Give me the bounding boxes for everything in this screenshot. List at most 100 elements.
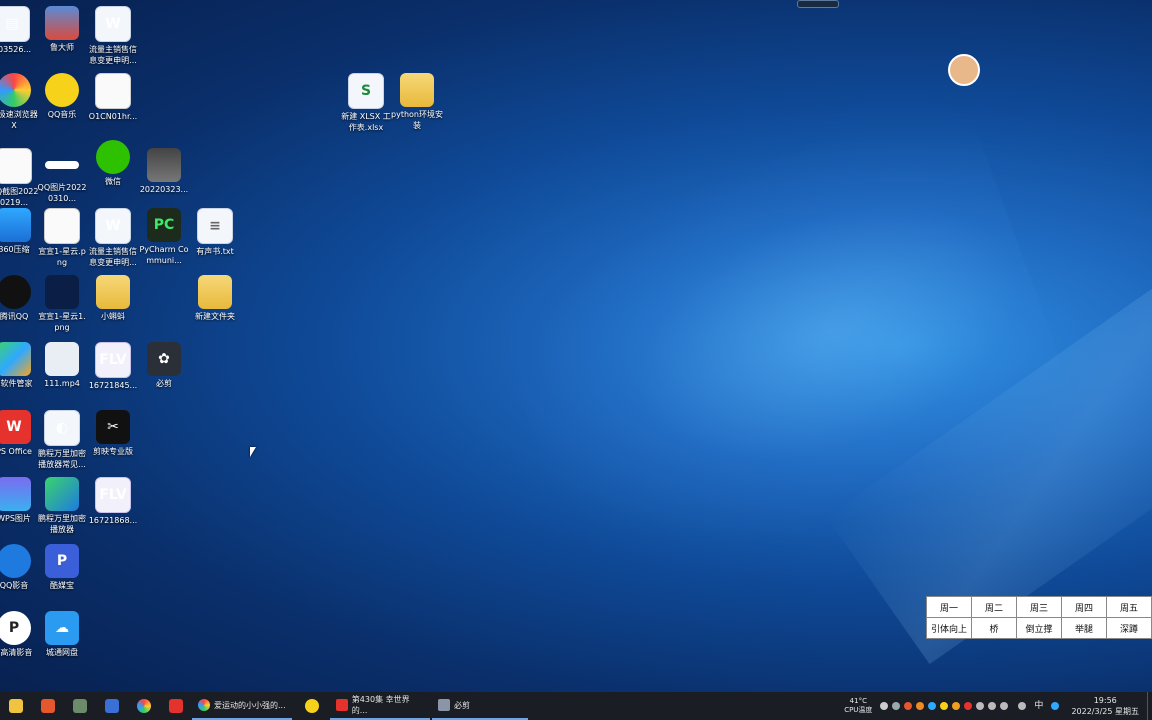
folder-icon [9, 699, 23, 713]
encrypted-player-icon [45, 477, 79, 511]
tray-icon[interactable] [904, 702, 913, 710]
taskbar-pin-app[interactable] [100, 692, 124, 720]
desktop-icon-label: PyCharm Communi... [139, 245, 189, 265]
desktop-icon-label: 鹏程万里加密播放器 [38, 514, 86, 534]
tray-icon[interactable] [892, 702, 901, 710]
desktop-icon[interactable]: P 酷媒宝 [36, 544, 88, 591]
schedule-day: 周四 [1061, 596, 1107, 618]
flv-badge: FLV [99, 487, 127, 503]
desktop-icon[interactable]: P i 高清影音 [0, 611, 40, 658]
pen-icon[interactable] [1018, 702, 1027, 710]
taskbar-pin-file-explorer[interactable] [4, 692, 28, 720]
word-document-icon: W [95, 6, 131, 42]
desktop-icon[interactable]: 鹏程万里加密播放器 [36, 477, 88, 535]
qq-tray-icon[interactable] [1051, 702, 1060, 710]
desktop-icon[interactable]: WPS图片 [0, 477, 40, 524]
taskbar-pin-app[interactable] [132, 692, 156, 720]
taskbar-pin-app[interactable] [36, 692, 60, 720]
tray-icon[interactable] [964, 702, 973, 710]
desktop-icon[interactable]: W 流量主销售信息变更申明... [87, 6, 139, 66]
desktop-icon-label: 有声书.txt [196, 247, 234, 256]
file-icon: ▤ [0, 6, 30, 42]
desktop-icon[interactable]: W 流量主销售信息变更申明... [87, 208, 139, 268]
ludashi-icon [45, 6, 79, 40]
taskbar-task[interactable]: 爱运动的小小强的... [192, 692, 292, 720]
taskbar-pin-app[interactable] [68, 692, 92, 720]
folder-icon [198, 275, 232, 309]
desktop-icon-label: 流量主销售信息变更申明... [89, 45, 137, 65]
word-document-icon: W [95, 208, 131, 244]
desktop-icon[interactable]: ▤ 403526... [0, 6, 38, 55]
ime-indicator[interactable]: 中 [1034, 701, 1043, 711]
cpu-temperature[interactable]: 41°C CPU温度 [844, 697, 872, 715]
taskbar-task[interactable]: 必剪 [432, 692, 528, 720]
desktop-icon[interactable]: 新建文件夹 [189, 275, 241, 322]
pycharm-icon: PC [147, 208, 181, 242]
system-tray: 41°C CPU温度 中 19:56 2022/3/25 星期五 [838, 692, 1152, 720]
image-file-icon [44, 208, 80, 244]
player-icon [336, 699, 348, 711]
desktop-icon[interactable]: 宣宣1-星云1.png [36, 275, 88, 333]
desktop-icon[interactable]: ☁ 城通网盘 [36, 611, 88, 658]
desktop-icon[interactable]: 20220323... [138, 148, 190, 195]
qq-player-icon [0, 544, 31, 578]
app-icon [73, 699, 87, 713]
desktop-icon[interactable]: QQ影音 [0, 544, 40, 591]
show-desktop-button[interactable] [1147, 692, 1152, 720]
desktop-icon[interactable]: 360压缩 [0, 208, 40, 255]
taskbar-task-label: 爱运动的小小强的... [214, 700, 286, 710]
desktop-icon[interactable]: ◐ 鹏程万里加密播放器常见... [36, 410, 88, 470]
desktop-icon[interactable]: ✂ 剪映专业版 [87, 410, 139, 457]
tray-icon[interactable] [880, 702, 889, 710]
bluetooth-icon[interactable] [976, 702, 985, 710]
folder-icon [96, 275, 130, 309]
desktop-icon[interactable]: 0 极速浏览器X [0, 73, 40, 131]
tray-icon[interactable] [928, 702, 937, 710]
network-icon[interactable] [988, 702, 997, 710]
cloud-drive-icon: ☁ [45, 611, 79, 645]
desktop-icon-label: 403526... [0, 45, 32, 54]
desktop-icon-label: QQ影音 [0, 581, 29, 590]
desktop-icon[interactable]: 宣宣1-星云.png [36, 208, 88, 268]
desktop-icon[interactable]: 111.mp4 [36, 342, 88, 389]
desktop-icon-label: QQ截图20220219... [0, 187, 39, 207]
tray-icon[interactable] [940, 702, 949, 710]
desktop-icon[interactable]: QQ截图20220219... [0, 148, 40, 208]
wps-office-icon: W [0, 410, 31, 444]
taskbar-pin-app[interactable] [300, 692, 324, 720]
desktop-icon-label: 20220323... [139, 185, 189, 194]
taskbar-task[interactable]: 第430集 幸世界的... [330, 692, 430, 720]
cpu-temp-value: 41°C [849, 697, 867, 705]
desktop-icon[interactable]: ✿ 必剪 [138, 342, 190, 389]
taskbar-pin-wps[interactable] [164, 692, 188, 720]
image-file-icon [0, 148, 32, 184]
desktop-icon[interactable]: QQ图片20220310... [36, 148, 88, 204]
desktop-icon-label: 新建文件夹 [195, 312, 235, 321]
wechat-icon [96, 140, 130, 174]
desktop-icon[interactable]: W PS Office [0, 410, 40, 457]
volume-icon[interactable] [1000, 702, 1009, 710]
browser-icon [137, 699, 151, 713]
desktop-icon[interactable]: O1CN01hr... [87, 73, 139, 122]
desktop-icon[interactable]: python环境安装 [391, 73, 443, 131]
clock-time: 19:56 [1093, 696, 1117, 705]
video-file-icon [45, 342, 79, 376]
desktop-icon[interactable]: S 新建 XLSX 工作表.xlsx [340, 73, 392, 133]
avatar[interactable] [948, 54, 980, 86]
desktop-icon[interactable]: FLV 16721868... [87, 477, 139, 526]
tray-icon[interactable] [916, 702, 925, 710]
clock[interactable]: 19:56 2022/3/25 星期五 [1071, 695, 1139, 717]
capcut-icon: ✂ [96, 410, 130, 444]
desktop-icon[interactable]: 微信 [87, 140, 139, 187]
desktop-icon[interactable]: 小蝌蚪 [87, 275, 139, 322]
tray-icon[interactable] [952, 702, 961, 710]
desktop-icon-label: O1CN01hr... [88, 112, 138, 121]
top-handle[interactable] [797, 0, 839, 8]
desktop-icon[interactable]: 0软件管家 [0, 342, 40, 389]
desktop-icon[interactable]: ≡ 有声书.txt [189, 208, 241, 257]
desktop-icon[interactable]: 腾讯QQ [0, 275, 40, 322]
desktop-icon[interactable]: PC PyCharm Communi... [138, 208, 190, 266]
desktop-icon[interactable]: FLV 16721845... [87, 342, 139, 391]
desktop-icon[interactable]: QQ音乐 [36, 73, 88, 120]
desktop-icon[interactable]: 鲁大师 [36, 6, 88, 53]
